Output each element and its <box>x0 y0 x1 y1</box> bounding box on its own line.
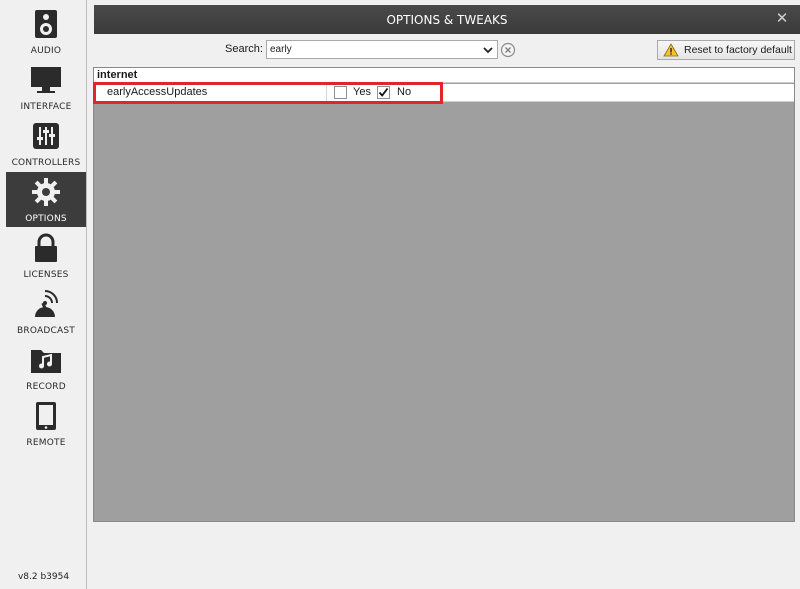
window-title: OPTIONS & TWEAKS <box>386 13 508 27</box>
warning-icon <box>663 43 679 57</box>
sidebar-item-label: RECORD <box>26 382 66 392</box>
monitor-icon <box>29 64 63 96</box>
sidebar-item-audio[interactable]: AUDIO <box>6 4 86 59</box>
close-button[interactable]: ✕ <box>774 10 790 28</box>
search-input[interactable] <box>270 42 480 57</box>
reset-button-label: Reset to factory default <box>684 44 792 56</box>
sidebar-item-options[interactable]: OPTIONS <box>6 172 86 227</box>
sidebar-item-remote[interactable]: REMOTE <box>6 396 86 451</box>
music-folder-icon <box>29 344 63 376</box>
clear-search-button[interactable] <box>500 42 516 58</box>
sidebar-item-record[interactable]: RECORD <box>6 340 86 395</box>
sidebar-item-controllers[interactable]: CONTROLLERS <box>6 116 86 171</box>
sidebar: AUDIO INTERFACE CONTROLLERS OPTIONS LICE… <box>0 0 87 589</box>
reset-factory-default-button[interactable]: Reset to factory default <box>657 40 795 60</box>
chevron-down-icon <box>483 47 493 54</box>
close-icon: ✕ <box>775 10 789 27</box>
broadcast-icon <box>29 288 63 320</box>
group-title: internet <box>97 69 138 81</box>
search-dropdown-button[interactable] <box>482 43 494 57</box>
group-header: internet <box>94 68 794 83</box>
gear-icon <box>29 176 63 208</box>
version-label: v8.2 b3954 <box>17 572 70 582</box>
sidebar-item-interface[interactable]: INTERFACE <box>6 60 86 115</box>
sidebar-item-broadcast[interactable]: BROADCAST <box>6 284 86 339</box>
sidebar-item-label: CONTROLLERS <box>11 158 81 168</box>
sliders-icon <box>29 120 63 152</box>
speaker-icon <box>29 8 63 40</box>
sidebar-item-label: LICENSES <box>23 270 69 280</box>
options-list: internet earlyAccessUpdates Yes No <box>93 67 795 522</box>
search-combobox <box>266 40 498 59</box>
title-bar: OPTIONS & TWEAKS ✕ <box>94 5 800 34</box>
clear-icon <box>500 42 516 58</box>
sidebar-item-label: OPTIONS <box>25 214 67 224</box>
lock-icon <box>29 232 63 264</box>
highlight-box <box>93 82 443 104</box>
sidebar-item-label: BROADCAST <box>17 326 75 336</box>
sidebar-item-label: REMOTE <box>26 438 66 448</box>
sidebar-item-licenses[interactable]: LICENSES <box>6 228 86 283</box>
sidebar-item-label: AUDIO <box>30 46 62 56</box>
sidebar-item-label: INTERFACE <box>20 102 72 112</box>
tablet-icon <box>29 400 63 432</box>
search-label: Search: <box>225 43 263 55</box>
